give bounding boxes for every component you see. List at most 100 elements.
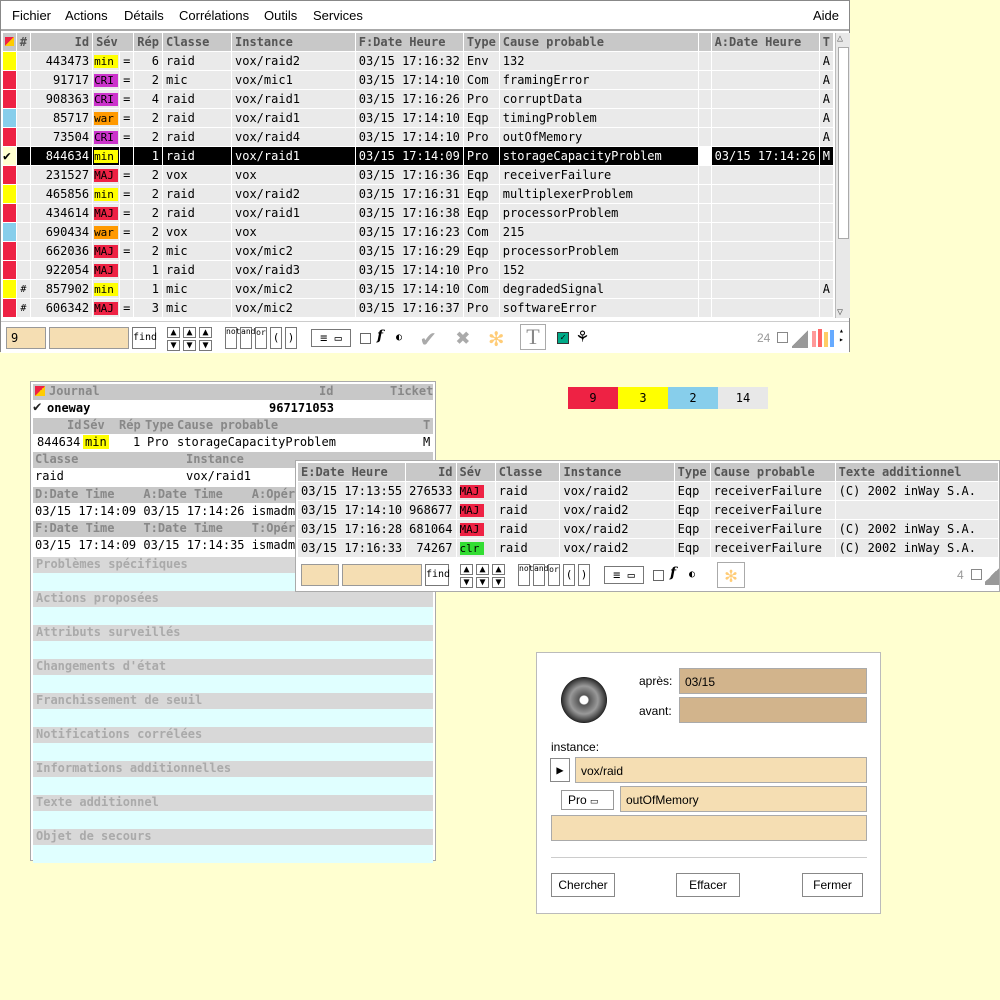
header-type[interactable]: Type: [463, 33, 500, 52]
table-row[interactable]: ✔ 844634 min 1 raid vox/raid1 03/15 17:14:09 Pr…: [3, 147, 834, 166]
sub-star-icon[interactable]: ✻: [717, 562, 745, 588]
cause-field[interactable]: outOfMemory: [620, 786, 867, 812]
sub-sort-down3-icon[interactable]: ▼: [492, 577, 505, 588]
header-fdate[interactable]: F:Date Heure: [355, 33, 464, 52]
effacer-button[interactable]: Effacer: [676, 873, 740, 897]
journal-alarm-row[interactable]: 844634 min 1 Pro storageCapacityProblem …: [33, 435, 433, 451]
apres-field[interactable]: 03/15: [679, 668, 867, 694]
sub-sort-up3-icon[interactable]: ▲: [492, 564, 505, 575]
severity-counter[interactable]: 3: [618, 387, 668, 409]
sub-lparen-button[interactable]: (: [563, 564, 575, 586]
star-icon[interactable]: ✻: [489, 324, 503, 352]
table-row[interactable]: 443473 min = 6 raid vox/raid2 03/15 17:16:32 En…: [3, 52, 834, 71]
table-row[interactable]: 03/15 17:13:55 276533 MAJ raid vox/raid2 Eqp r…: [298, 482, 999, 501]
severity-counter[interactable]: 14: [718, 387, 768, 409]
sub-count-checkbox[interactable]: [971, 569, 982, 580]
not-button[interactable]: not: [225, 327, 240, 349]
menu-outils[interactable]: Outils: [264, 8, 297, 23]
menu-fichier[interactable]: Fichier: [12, 8, 51, 23]
sort-down-icon[interactable]: ▼: [167, 340, 180, 351]
chercher-button[interactable]: Chercher: [551, 873, 615, 897]
sub-sort-up2-icon[interactable]: ▲: [476, 564, 489, 575]
menu-details[interactable]: Détails: [124, 8, 164, 23]
sub-filter-count-field[interactable]: [301, 564, 339, 586]
table-row[interactable]: #606342 MAJ = 3 mic vox/mic2 03/15 17:16:37 Pro…: [3, 299, 834, 318]
journal-section[interactable]: Attributs surveillés: [33, 625, 433, 641]
header-cause[interactable]: Cause probable: [499, 33, 699, 52]
table-row[interactable]: 03/15 17:16:28 681064 MAJ raid vox/raid2 Eqp r…: [298, 520, 999, 539]
header-t[interactable]: T: [819, 33, 834, 52]
radio-icon[interactable]: ◐: [396, 332, 402, 343]
severity-counter[interactable]: 2: [668, 387, 718, 409]
menu-aide[interactable]: Aide: [813, 8, 839, 23]
scroll-down-icon[interactable]: ▽: [837, 307, 843, 318]
table-row[interactable]: 03/15 17:14:10 968677 MAJ raid vox/raid2 Eqp r…: [298, 501, 999, 520]
instance-field[interactable]: vox/raid: [575, 757, 867, 783]
table-row[interactable]: 85717 war = 2 raid vox/raid1 03/15 17:14:10 Eqp…: [3, 109, 834, 128]
find-button[interactable]: find: [132, 327, 157, 349]
sub-not-button[interactable]: not: [518, 564, 533, 586]
sub-sort-up-icon[interactable]: ▲: [460, 564, 473, 575]
checked-box-icon[interactable]: ✓: [557, 332, 569, 344]
sort-up3-icon[interactable]: ▲: [199, 327, 212, 338]
scroll-up-icon[interactable]: △: [837, 33, 843, 44]
sub-filter-checkbox[interactable]: [653, 570, 664, 581]
sub-find-button[interactable]: find: [425, 564, 450, 586]
table-row[interactable]: 922054 MAJ 1 raid vox/raid3 03/15 17:14:10 Pro…: [3, 261, 834, 280]
table-scrollbar[interactable]: △ ▽: [835, 33, 850, 318]
sub-h-date[interactable]: E:Date Heure: [298, 463, 407, 482]
sort-up2-icon[interactable]: ▲: [183, 327, 196, 338]
or-button[interactable]: or: [255, 327, 267, 349]
filter-count-field[interactable]: 9: [6, 327, 46, 349]
type-select[interactable]: Pro ▭: [561, 790, 614, 810]
filter-text-field[interactable]: [49, 327, 129, 349]
journal-section[interactable]: Texte additionnel: [33, 795, 433, 811]
journal-section[interactable]: Notifications corrélées: [33, 727, 433, 743]
figure-icon[interactable]: ⚘: [577, 326, 588, 347]
clear-cross-icon[interactable]: ✖: [456, 324, 470, 352]
header-id[interactable]: Id: [30, 33, 94, 52]
table-row[interactable]: 908363 CRI = 4 raid vox/raid1 03/15 17:16:26 Pr…: [3, 90, 834, 109]
sub-h-cause[interactable]: Cause probable: [710, 463, 836, 482]
sort-down2-icon[interactable]: ▼: [183, 340, 196, 351]
sub-h-instance[interactable]: Instance: [560, 463, 675, 482]
menu-actions[interactable]: Actions: [65, 8, 108, 23]
menu-correlations[interactable]: Corrélations: [179, 8, 249, 23]
sub-h-id[interactable]: Id: [406, 463, 457, 482]
sort-up-icon[interactable]: ▲: [167, 327, 180, 338]
sub-sort-down-icon[interactable]: ▼: [460, 577, 473, 588]
list-select-button[interactable]: ≡ ▭: [311, 329, 351, 347]
acknowledge-check-icon[interactable]: ✔: [421, 324, 435, 352]
journal-section[interactable]: Franchissement de seuil: [33, 693, 433, 709]
table-row[interactable]: 465856 min = 2 raid vox/raid2 03/15 17:16:31 Eq…: [3, 185, 834, 204]
table-row[interactable]: 690434 war = 2 vox vox 03/15 17:16:23 Com 215: [3, 223, 834, 242]
journal-section[interactable]: Actions proposées: [33, 591, 433, 607]
header-instance[interactable]: Instance: [232, 33, 356, 52]
sub-filter-text-field[interactable]: [342, 564, 422, 586]
count-checkbox[interactable]: [777, 332, 788, 343]
header-sev[interactable]: Sév: [93, 33, 135, 52]
sub-and-button[interactable]: and: [533, 564, 548, 586]
table-row[interactable]: 434614 MAJ = 2 raid vox/raid1 03/15 17:16:38 Eq…: [3, 204, 834, 223]
extra-field[interactable]: [551, 815, 867, 841]
journal-section[interactable]: Informations additionnelles: [33, 761, 433, 777]
table-row[interactable]: 91717 CRI = 2 mic vox/mic1 03/15 17:14:10 Com fr…: [3, 71, 834, 90]
toolbar-arrows-icon[interactable]: ▴ ▸: [839, 326, 844, 344]
color-bars-icon[interactable]: [812, 329, 834, 347]
sub-h-sev[interactable]: Sév: [456, 463, 496, 482]
table-row[interactable]: 231527 MAJ = 2 vox vox 03/15 17:16:36 Eqp receiv…: [3, 166, 834, 185]
sub-h-type[interactable]: Type: [674, 463, 711, 482]
filter-checkbox[interactable]: [360, 333, 371, 344]
sub-or-button[interactable]: or: [548, 564, 560, 586]
sub-h-classe[interactable]: Classe: [495, 463, 561, 482]
journal-entry[interactable]: ✔ oneway 967171053: [33, 399, 433, 417]
journal-section[interactable]: Changements d'état: [33, 659, 433, 675]
scroll-thumb[interactable]: [838, 47, 849, 239]
sub-radio-icon[interactable]: ◐: [689, 569, 695, 580]
instance-play-icon[interactable]: ▶: [550, 758, 570, 782]
header-rep[interactable]: Rép: [134, 33, 163, 52]
sub-function-icon[interactable]: f: [670, 565, 676, 581]
function-icon[interactable]: f: [377, 328, 383, 344]
header-adate[interactable]: A:Date Heure: [711, 33, 820, 52]
sub-rparen-button[interactable]: ): [578, 564, 590, 586]
